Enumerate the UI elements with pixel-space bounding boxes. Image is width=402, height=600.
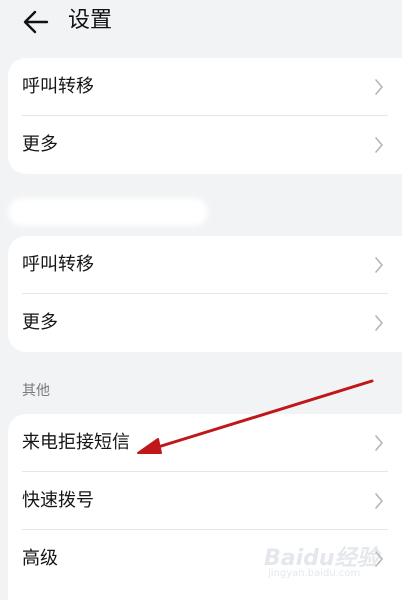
list-item-label: 快速拨号	[22, 490, 94, 511]
back-arrow-icon[interactable]	[22, 8, 50, 36]
chevron-right-icon	[375, 137, 383, 153]
list-item-label: 呼叫转移	[22, 254, 94, 275]
title-bar: 设置	[0, 0, 402, 46]
watermark-url: jingyan.baidu.com	[268, 568, 361, 579]
list-item-call-forwarding[interactable]: 呼叫转移	[8, 236, 402, 294]
chevron-right-icon	[375, 315, 383, 331]
page-title: 设置	[68, 8, 113, 33]
chevron-right-icon	[375, 79, 383, 95]
chevron-right-icon	[375, 493, 383, 509]
section-header-other: 其他	[22, 383, 50, 399]
redacted-section-title	[12, 202, 204, 222]
list-item-speed-dial[interactable]: 快速拨号	[8, 472, 402, 530]
list-item-more[interactable]: 更多	[8, 294, 402, 352]
chevron-right-icon	[375, 257, 383, 273]
list-item-label: 高级	[22, 548, 58, 569]
list-item-label: 更多	[22, 134, 58, 155]
list-item-label: 更多	[22, 312, 58, 333]
list-item-label: 来电拒接短信	[22, 432, 130, 453]
list-item-call-forwarding[interactable]: 呼叫转移	[8, 58, 402, 116]
baidu-jingyan-watermark: Baidu经验 jingyan.baidu.com	[264, 540, 382, 582]
settings-group-sim2: 呼叫转移 更多	[8, 236, 402, 352]
list-item-reject-call-sms[interactable]: 来电拒接短信	[8, 414, 402, 472]
list-item-more[interactable]: 更多	[8, 116, 402, 174]
settings-group-sim1: 呼叫转移 更多	[8, 58, 402, 174]
list-item-label: 呼叫转移	[22, 76, 94, 97]
chevron-right-icon	[375, 435, 383, 451]
